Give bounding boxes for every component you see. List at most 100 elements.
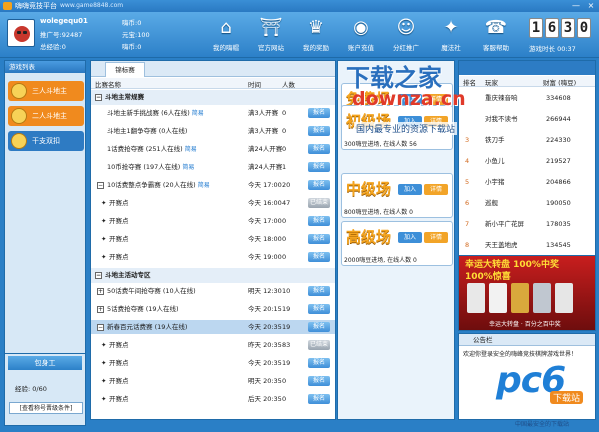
nav-support[interactable]: ☎ 客服帮助 <box>473 14 519 56</box>
expand-toggle[interactable]: − <box>95 94 102 101</box>
tournament-section[interactable]: − 斗地主活动专区 <box>91 268 335 283</box>
nav-promotion[interactable]: ☺ 分红推广 <box>383 14 429 56</box>
join-button[interactable]: 加入 <box>398 184 422 195</box>
ranking-row[interactable]: 6 巡舰 190050 <box>459 194 595 212</box>
nav-magic[interactable]: ✦ 魔法社 <box>428 14 474 56</box>
signup-button[interactable]: 报名 <box>308 376 330 386</box>
signup-button[interactable]: 报名 <box>308 216 330 226</box>
ended-button[interactable]: 已结束 <box>308 198 330 208</box>
tournament-row[interactable]: ✦ 开赛点 今天 19:00 0 报名 <box>91 250 335 264</box>
expand-toggle[interactable]: − <box>97 182 104 189</box>
group-tag[interactable]: 简易 <box>198 182 210 189</box>
tournament-section[interactable]: − 斗地主常规赛 <box>91 90 335 105</box>
clock-digit: 6 <box>545 18 559 38</box>
tournament-row[interactable]: +50话费午间抢夺赛 (10人在线) 明天 12:30 10 报名 <box>91 284 335 298</box>
join-button[interactable]: 加入 <box>398 94 422 105</box>
signup-button[interactable]: 报名 <box>308 322 330 332</box>
ranking-row[interactable]: 对我不读书 266944 <box>459 110 595 128</box>
ranking-row[interactable]: 5 小宇猪 204866 <box>459 173 595 191</box>
avatar[interactable] <box>7 19 35 47</box>
tournament-row[interactable]: ✦ 开赛点 昨天 20:35 83 已结束 <box>91 338 335 352</box>
signup-button[interactable]: 报名 <box>308 234 330 244</box>
sidebar-item-three-player-landlord[interactable]: 三人斗地主 <box>8 81 84 101</box>
tournament-count: 10 <box>282 287 291 295</box>
tournament-row[interactable]: ✦ 开赛点 后天 20:35 0 报名 <box>91 392 335 406</box>
nav-my-rewards[interactable]: ♛ 我的奖励 <box>293 14 339 56</box>
minimize-button[interactable]: — <box>570 1 582 11</box>
ranking-row[interactable]: 8 天王盖地虎 134545 <box>459 236 595 254</box>
tournament-row[interactable]: −10话费整点争霸赛 (20人在线) 简易 今天 17:00 20 报名 <box>91 178 335 192</box>
tournament-count: 47 <box>282 199 291 207</box>
column-rank: 排名 <box>463 79 476 87</box>
prize-laptop-icon <box>467 283 485 313</box>
room-beginner[interactable]: 初级场 加入 详情 300嗨豆进场, 在线人数 56 <box>341 105 453 150</box>
player-name: 对我不读书 <box>485 115 518 123</box>
tournament-row[interactable]: 10币抢夺赛 (197人在线) 简易 满24人开赛 1 报名 <box>91 160 335 174</box>
title-bar: 嗨嗨竞技平台 www.game8848.com — × <box>0 0 599 12</box>
detail-button[interactable]: 详情 <box>424 184 448 195</box>
trophy-icon: ♛ <box>307 17 325 38</box>
tournament-name: 开赛点 <box>109 359 129 367</box>
profile-panel: 包身工 经验: 0/60 [查看称号晋级条件] <box>4 353 86 426</box>
room-intermediate[interactable]: 中级场 加入 详情 800嗨豆进场, 在线人数 0 <box>341 173 453 218</box>
tournament-row[interactable]: − 新春百元话费赛 (19人在线) 今天 20:35 19 报名 <box>91 320 335 334</box>
expand-toggle[interactable]: + <box>97 288 104 295</box>
player-wealth: 334608 <box>546 94 571 102</box>
signup-button[interactable]: 报名 <box>308 126 330 136</box>
tournament-time: 今天 20:35 <box>248 359 282 367</box>
signup-button[interactable]: 报名 <box>308 180 330 190</box>
expand-toggle[interactable]: − <box>95 272 102 279</box>
signup-button[interactable]: 报名 <box>308 162 330 172</box>
signup-button[interactable]: 报名 <box>308 394 330 404</box>
star-icon: ✦ <box>101 395 107 403</box>
join-button[interactable]: 加入 <box>398 116 422 127</box>
expand-toggle[interactable]: − <box>97 324 104 331</box>
tournament-time: 满3人开赛 <box>248 127 279 135</box>
expand-toggle[interactable]: + <box>97 306 104 313</box>
player-wealth: 266944 <box>546 115 571 123</box>
group-tag[interactable]: 简易 <box>185 146 197 153</box>
tournament-time: 后天 20:35 <box>248 395 282 403</box>
close-button[interactable]: × <box>585 1 597 11</box>
avatar-face-icon <box>14 26 30 42</box>
ranking-row[interactable]: 3 铁刀手 224330 <box>459 131 595 149</box>
star-icon: ✦ <box>101 199 107 207</box>
lucky-wheel-banner[interactable]: 幸运大转盘 100%中奖 100%惊喜 幸运大转盘 · 百分之百中奖 <box>458 255 596 331</box>
tournament-row[interactable]: 1话费抢夺赛 (251人在线) 简易 满24人开赛 0 报名 <box>91 142 335 156</box>
temple-icon: ⛩ <box>259 17 283 38</box>
house-icon: ⌂ <box>220 17 232 38</box>
signup-button[interactable]: 报名 <box>308 144 330 154</box>
sidebar-item-two-player-landlord[interactable]: 二人斗地主 <box>8 106 84 126</box>
signup-button[interactable]: 报名 <box>308 304 330 314</box>
ended-button[interactable]: 已结束 <box>308 340 330 350</box>
nav-my-account[interactable]: ⌂ 我的嗨帽 <box>203 14 249 56</box>
signup-button[interactable]: 报名 <box>308 286 330 296</box>
tournament-row[interactable]: ✦ 开赛点 今天 18:00 0 报名 <box>91 232 335 246</box>
title-upgrade-link[interactable]: [查看称号晋级条件] <box>9 402 83 414</box>
nav-recharge[interactable]: ◉ 账户充值 <box>338 14 384 56</box>
nav-official-site[interactable]: ⛩ 官方网站 <box>248 14 294 56</box>
ranking-row[interactable]: 重庆辣音响 334608 <box>459 89 595 107</box>
tab-tournament[interactable]: 锦标赛 <box>105 62 145 77</box>
signup-button[interactable]: 报名 <box>308 252 330 262</box>
tournament-row[interactable]: +5话费抢夺赛 (19人在线) 今天 20:15 19 报名 <box>91 302 335 316</box>
signup-button[interactable]: 报名 <box>308 108 330 118</box>
tournament-row[interactable]: 斗地主1翻争夺赛 (0人在线) 满3人开赛 0 报名 <box>91 124 335 138</box>
room-advanced[interactable]: 高级场 加入 详情 2000嗨豆进场, 在线人数 0 <box>341 221 453 266</box>
group-tag[interactable]: 简易 <box>192 110 204 117</box>
detail-button[interactable]: 详情 <box>424 94 448 105</box>
sidebar-item-ganzhi-shuangkou[interactable]: 干支双扣 <box>8 131 84 151</box>
tournament-row[interactable]: ✦ 开赛点 今天 16:00 47 已结束 <box>91 196 335 210</box>
tournament-row[interactable]: ✦ 开赛点 明天 20:35 0 报名 <box>91 374 335 388</box>
ranking-row[interactable]: 7 新小平广花屏 178035 <box>459 215 595 233</box>
ranking-row[interactable]: 4 小鱼儿 219527 <box>459 152 595 170</box>
detail-button[interactable]: 详情 <box>424 116 448 127</box>
detail-button[interactable]: 详情 <box>424 232 448 243</box>
tournament-row[interactable]: ✦ 开赛点 今天 17:00 0 报名 <box>91 214 335 228</box>
tournament-row[interactable]: 斗地主新手挑战赛 (6人在线) 简易 满3人开赛 0 报名 <box>91 106 335 120</box>
banner-line2: 100%惊喜 <box>465 272 511 282</box>
signup-button[interactable]: 报名 <box>308 358 330 368</box>
group-tag[interactable]: 简易 <box>182 164 194 171</box>
tournament-row[interactable]: ✦ 开赛点 今天 20:35 19 报名 <box>91 356 335 370</box>
join-button[interactable]: 加入 <box>398 232 422 243</box>
